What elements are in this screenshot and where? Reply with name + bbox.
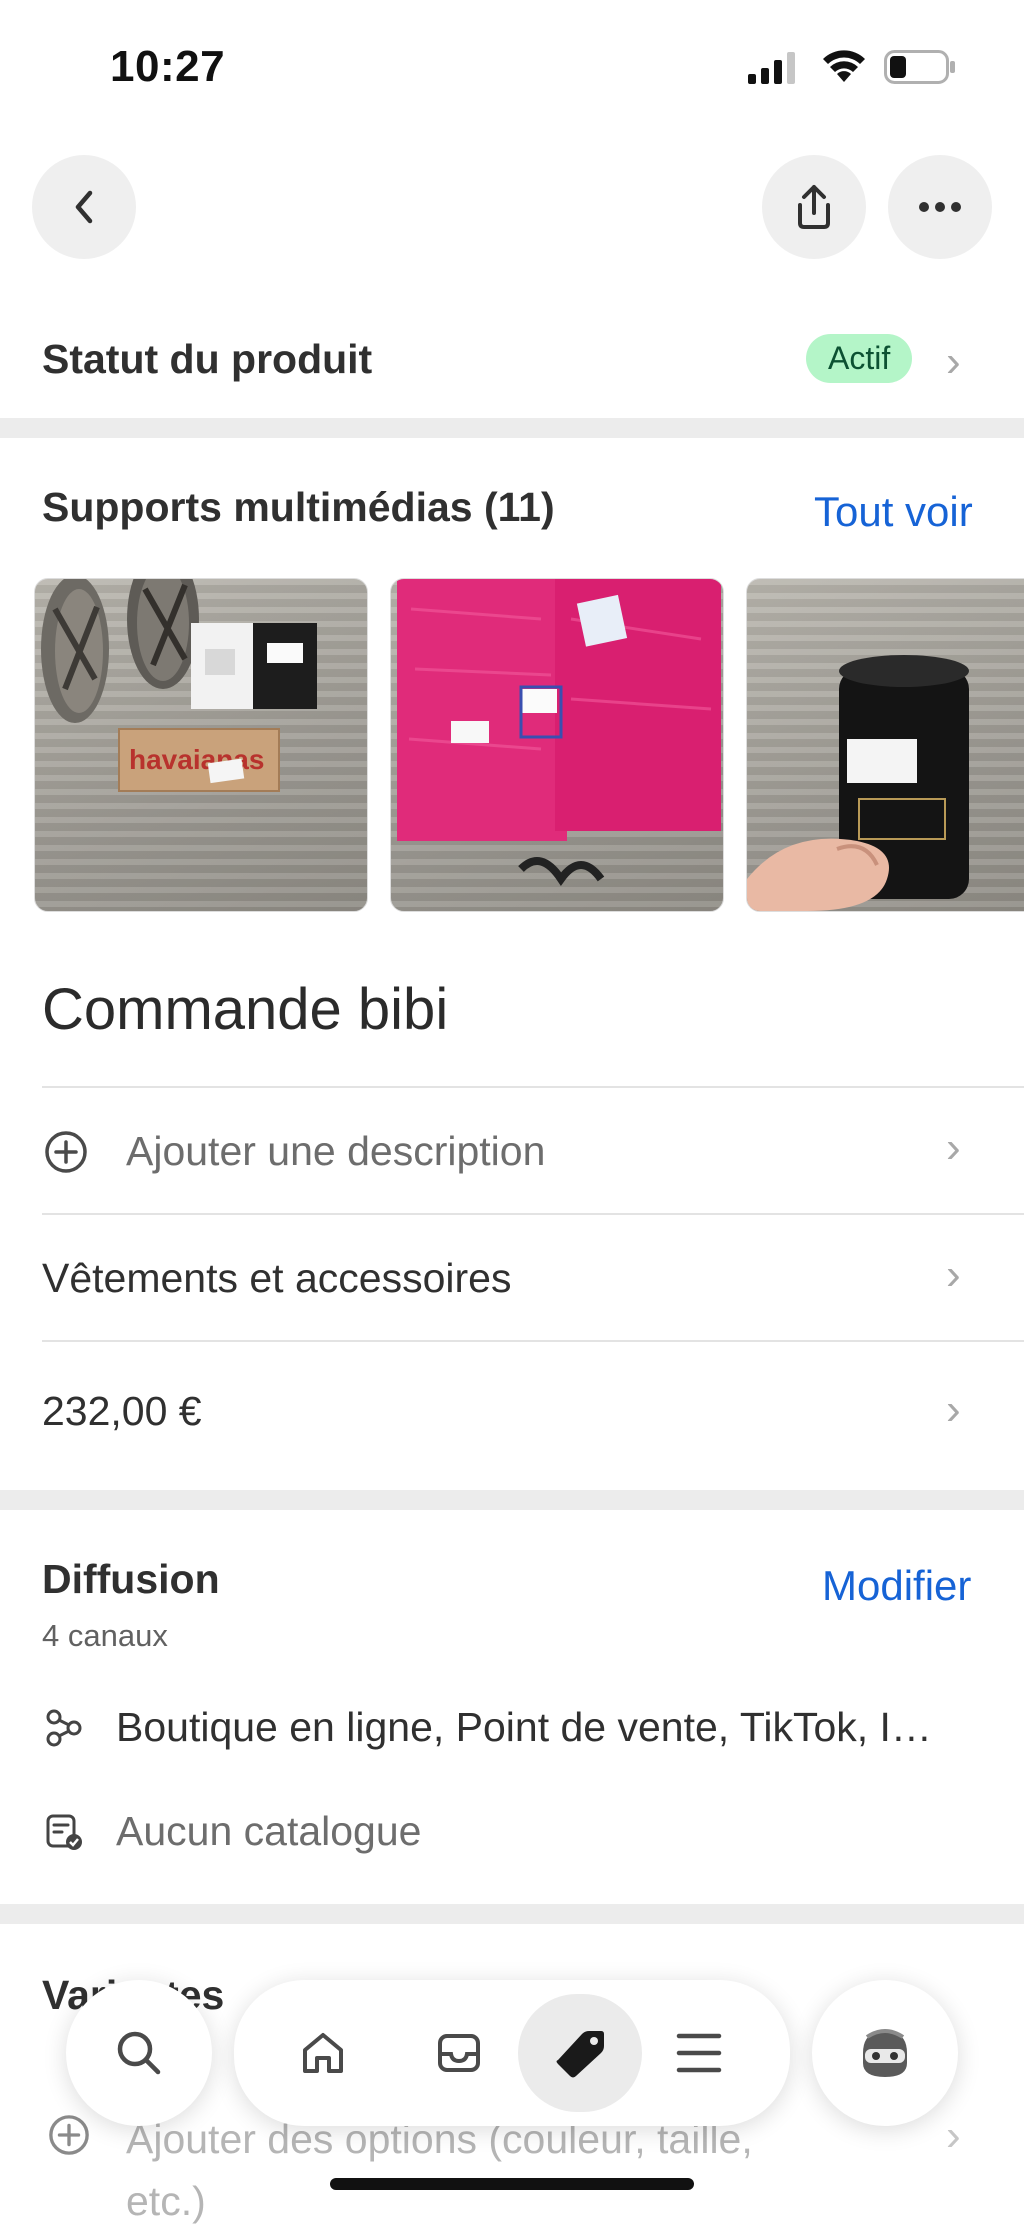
chevron-left-icon xyxy=(75,190,93,224)
assistant-avatar-icon xyxy=(863,2029,907,2077)
product-status-row[interactable]: Statut du produit Actif › xyxy=(0,310,1024,410)
product-status-label: Statut du produit xyxy=(42,336,373,382)
media-section-title: Supports multimédias (11) xyxy=(42,484,555,530)
distribution-subtitle: 4 canaux xyxy=(42,1618,168,1653)
category-row[interactable]: Vêtements et accessoires › xyxy=(0,1215,1024,1341)
add-description-label: Ajouter une description xyxy=(126,1128,546,1174)
tag-icon xyxy=(556,2031,604,2078)
plus-circle-icon xyxy=(49,2115,89,2155)
more-horizontal-icon xyxy=(919,202,961,212)
edit-distribution-link[interactable]: Modifier xyxy=(822,1562,971,1610)
chevron-right-icon: › xyxy=(946,1123,961,1172)
back-button[interactable] xyxy=(32,155,136,259)
chevron-right-icon: › xyxy=(946,1385,961,1434)
category-label: Vêtements et accessoires xyxy=(42,1255,512,1301)
catalog-icon xyxy=(46,1814,82,1850)
havaianas-brand-text: havaianas xyxy=(129,744,264,775)
home-icon xyxy=(303,2033,343,2073)
catalog-row[interactable]: Aucun catalogue xyxy=(0,1790,1024,1880)
chevron-right-icon: › xyxy=(946,2111,961,2160)
chevron-right-icon: › xyxy=(946,337,961,386)
price-row[interactable]: 232,00 € › xyxy=(0,1342,1024,1488)
add-options-label: Ajouter des options (couleur, taille, et… xyxy=(126,2116,753,2224)
wifi-icon xyxy=(823,50,865,82)
share-icon xyxy=(798,185,830,229)
menu-icon xyxy=(676,2033,722,2073)
search-button[interactable] xyxy=(66,1980,212,2126)
media-thumbnail[interactable]: havaianas xyxy=(34,578,368,912)
product-photo-image: havaianas xyxy=(41,579,317,792)
channels-network-icon xyxy=(46,1709,82,1747)
distribution-title: Diffusion xyxy=(42,1556,220,1602)
media-thumbnail[interactable] xyxy=(746,578,1024,912)
section-divider xyxy=(0,1490,1024,1510)
section-divider xyxy=(0,1904,1024,1924)
more-options-button[interactable] xyxy=(888,155,992,259)
tab-home[interactable] xyxy=(270,2000,376,2106)
see-all-link[interactable]: Tout voir xyxy=(814,488,973,536)
inbox-icon xyxy=(438,2034,480,2072)
tab-orders[interactable] xyxy=(406,2000,512,2106)
tab-products[interactable] xyxy=(518,1994,642,2112)
cellular-signal-icon xyxy=(748,52,795,84)
home-indicator xyxy=(330,2178,694,2190)
tab-menu[interactable] xyxy=(646,2000,752,2106)
section-divider xyxy=(0,418,1024,438)
chevron-right-icon: › xyxy=(946,1250,961,1299)
product-photo-image xyxy=(747,655,969,911)
channels-row[interactable]: Boutique en ligne, Point de vente, TikTo… xyxy=(0,1686,1024,1776)
channels-label: Boutique en ligne, Point de vente, TikTo… xyxy=(116,1704,932,1750)
add-description-row[interactable]: Ajouter une description › xyxy=(0,1088,1024,1214)
share-button[interactable] xyxy=(762,155,866,259)
catalog-label: Aucun catalogue xyxy=(116,1808,422,1854)
battery-icon xyxy=(884,50,955,84)
price-value: 232,00 € xyxy=(42,1388,202,1434)
product-title[interactable]: Commande bibi xyxy=(42,976,448,1043)
media-thumbnail[interactable] xyxy=(390,578,724,912)
bottom-tab-bar xyxy=(234,1980,790,2126)
product-photo-image xyxy=(397,579,721,887)
status-time: 10:27 xyxy=(110,42,226,91)
plus-circle-icon xyxy=(45,1131,87,1173)
status-badge: Actif xyxy=(806,334,913,383)
search-icon xyxy=(117,2031,161,2075)
assistant-button[interactable] xyxy=(812,1980,958,2126)
